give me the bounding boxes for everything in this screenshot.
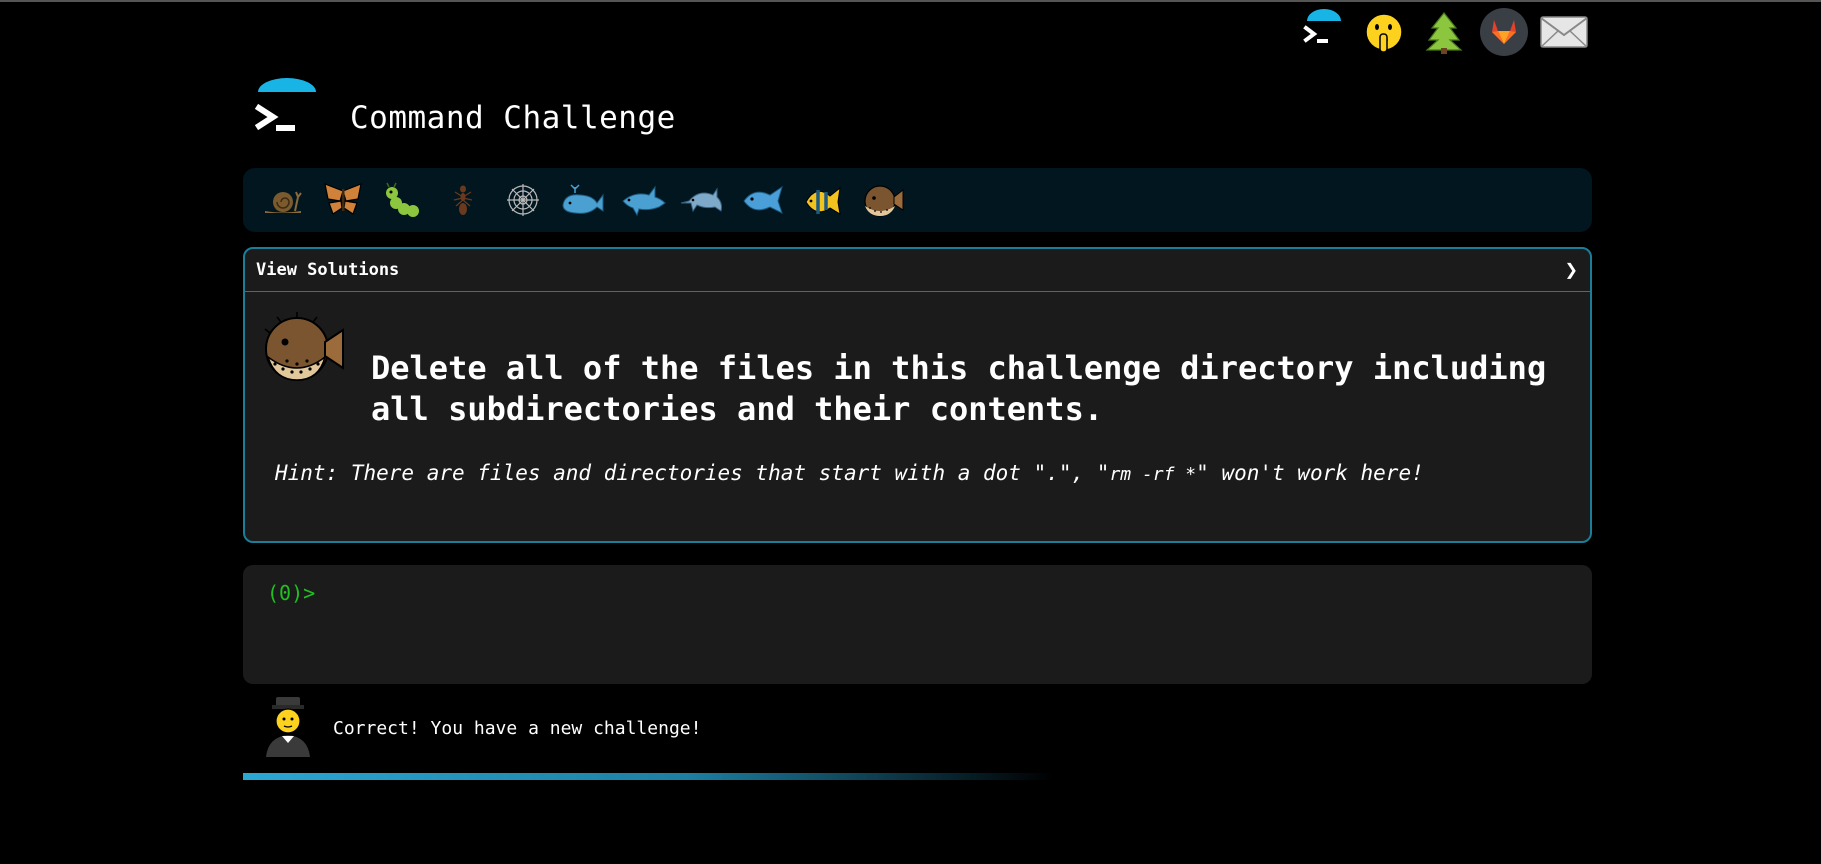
butterfly-icon[interactable] <box>313 175 373 225</box>
level-selector <box>243 168 1592 232</box>
feedback-message: Correct! You have a new challenge! <box>333 718 702 739</box>
dolphin-icon[interactable] <box>673 175 733 225</box>
hint-suffix: " won't work here! <box>1196 461 1424 485</box>
shushing-face-icon[interactable] <box>1358 6 1410 58</box>
challenge-hint: Hint: There are files and directories th… <box>275 461 1424 485</box>
ant-icon[interactable] <box>433 175 493 225</box>
terminal-input[interactable]: (0)> <box>243 565 1592 684</box>
challenge-panel: View Solutions ❯ Delete all of the files… <box>243 247 1592 543</box>
terminal-logo-icon[interactable] <box>1298 6 1350 58</box>
hint-prefix: Hint: There are files and directories th… <box>275 461 1110 485</box>
window-top-border <box>0 0 1821 2</box>
blowfish-icon <box>257 309 345 389</box>
chevron-right-icon: ❯ <box>1564 257 1578 283</box>
spiderweb-icon[interactable] <box>493 175 553 225</box>
shark-icon[interactable] <box>613 175 673 225</box>
caterpillar-icon[interactable] <box>373 175 433 225</box>
view-solutions-toggle[interactable]: View Solutions ❯ <box>245 249 1590 292</box>
view-solutions-label: View Solutions <box>256 260 400 280</box>
hint-command: rm -rf * <box>1109 464 1197 485</box>
progress-bar <box>243 773 1053 780</box>
blowfish-icon[interactable] <box>853 175 913 225</box>
site-logo-icon[interactable] <box>252 78 322 142</box>
snail-icon[interactable] <box>253 175 313 225</box>
tropical-fish-icon[interactable] <box>793 175 853 225</box>
gitlab-icon[interactable] <box>1478 6 1530 58</box>
envelope-icon[interactable] <box>1538 6 1590 58</box>
tree-icon[interactable] <box>1418 6 1470 58</box>
whale-icon[interactable] <box>553 175 613 225</box>
judge-avatar-icon <box>262 695 314 763</box>
fish-icon[interactable] <box>733 175 793 225</box>
top-navigation <box>1298 6 1598 58</box>
challenge-description: Delete all of the files in this challeng… <box>371 349 1547 428</box>
page-title[interactable]: Command Challenge <box>350 100 676 136</box>
terminal-prompt: (0)> <box>267 581 316 605</box>
